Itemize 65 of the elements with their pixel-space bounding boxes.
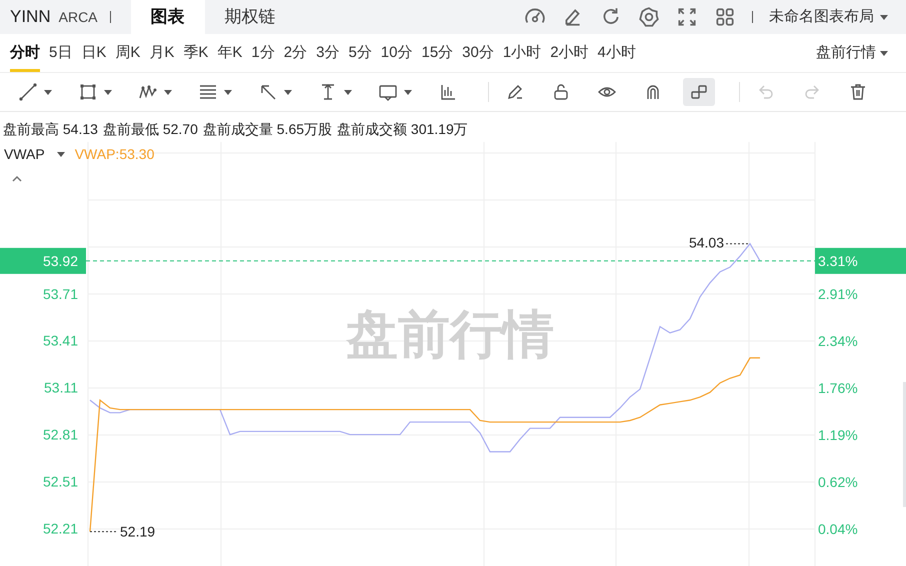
price-axis-label: 53.41 [42, 332, 78, 349]
caret-icon [104, 90, 112, 94]
period-tab[interactable]: 分时 [10, 34, 40, 72]
price-axis-label: 53.11 [44, 380, 78, 396]
period-tab[interactable]: 周K [115, 34, 140, 72]
period-tab[interactable]: 15分 [421, 34, 454, 72]
trash-icon [848, 82, 868, 102]
price-axis-label: 52.81 [42, 426, 78, 443]
rectangle-tool-icon [78, 82, 98, 102]
caret-icon [880, 14, 888, 20]
period-tab[interactable]: 1分 [251, 34, 275, 72]
leader-line [90, 531, 116, 532]
stat-text: 盘前成交量 5.65万股 [202, 120, 332, 138]
percent-axis-label: 2.34% [818, 333, 858, 349]
period-tab[interactable]: 月K [149, 34, 174, 72]
linked-squares-button[interactable] [683, 78, 715, 106]
period-tab[interactable]: 季K [183, 34, 208, 72]
period-tab[interactable]: 5分 [348, 34, 372, 72]
stat-text: 盘前最高 54.13 [3, 120, 98, 138]
tab[interactable]: 图表 [130, 0, 205, 34]
exchange-label: ARCA [58, 8, 98, 26]
period-tab[interactable]: 2分 [284, 34, 308, 72]
percent-axis-label: 0.62% [818, 474, 858, 490]
line-tool-icon [18, 82, 38, 102]
period-tab[interactable]: 4小时 [598, 34, 636, 72]
period-tab[interactable]: 30分 [462, 34, 494, 72]
collapse-icon[interactable] [11, 175, 23, 183]
period-tab[interactable]: 2小时 [550, 34, 589, 72]
period-tab[interactable]: 3分 [316, 34, 340, 72]
period-tab[interactable]: 5日 [49, 34, 72, 72]
ticker-symbol: YINN [9, 6, 51, 28]
price-axis-label: 52.51 [42, 474, 78, 490]
caret-icon [44, 90, 52, 94]
period-tab[interactable]: 10分 [380, 34, 412, 72]
stat-text: 盘前成交额 301.19万 [337, 120, 468, 138]
fullscreen-icon[interactable] [676, 6, 698, 28]
tab[interactable]: 期权链 [204, 0, 296, 34]
caret-icon [880, 50, 888, 56]
indicator-dropdown[interactable]: VWAP [4, 144, 65, 165]
session-dropdown[interactable]: 盘前行情 [816, 42, 896, 64]
leader-line [726, 243, 750, 244]
percent-axis-label: 1.76% [818, 380, 858, 396]
period-tab[interactable]: 年K [217, 34, 242, 72]
caret-icon [164, 90, 172, 94]
price-axis-label: 53.71 [42, 286, 78, 302]
current-change-label: 3.31% [818, 252, 858, 269]
period-tab[interactable]: 1小时 [502, 34, 542, 72]
caret-icon [344, 90, 352, 94]
settings-icon[interactable] [638, 6, 660, 28]
stat-text: 盘前最低 52.70 [102, 120, 198, 138]
caret-icon [284, 90, 292, 94]
price-axis-label: 52.21 [42, 520, 78, 536]
percent-axis-label: 1.19% [818, 427, 858, 443]
percent-axis-label: 0.04% [818, 521, 858, 537]
caret-icon [404, 90, 412, 94]
period-tab[interactable]: 日K [81, 34, 106, 72]
percent-axis-label: 2.91% [818, 286, 858, 302]
layout-dropdown[interactable]: 未命名图表布局 [769, 6, 906, 28]
caret-icon [56, 152, 65, 157]
grid-icon[interactable] [714, 6, 736, 28]
low-price-label: 52.19 [120, 524, 156, 540]
current-price-label: 53.92 [42, 252, 78, 269]
caret-icon [224, 90, 232, 94]
high-price-label: 54.03 [688, 234, 724, 251]
vwap-reading: VWAP:53.30 [74, 145, 154, 164]
